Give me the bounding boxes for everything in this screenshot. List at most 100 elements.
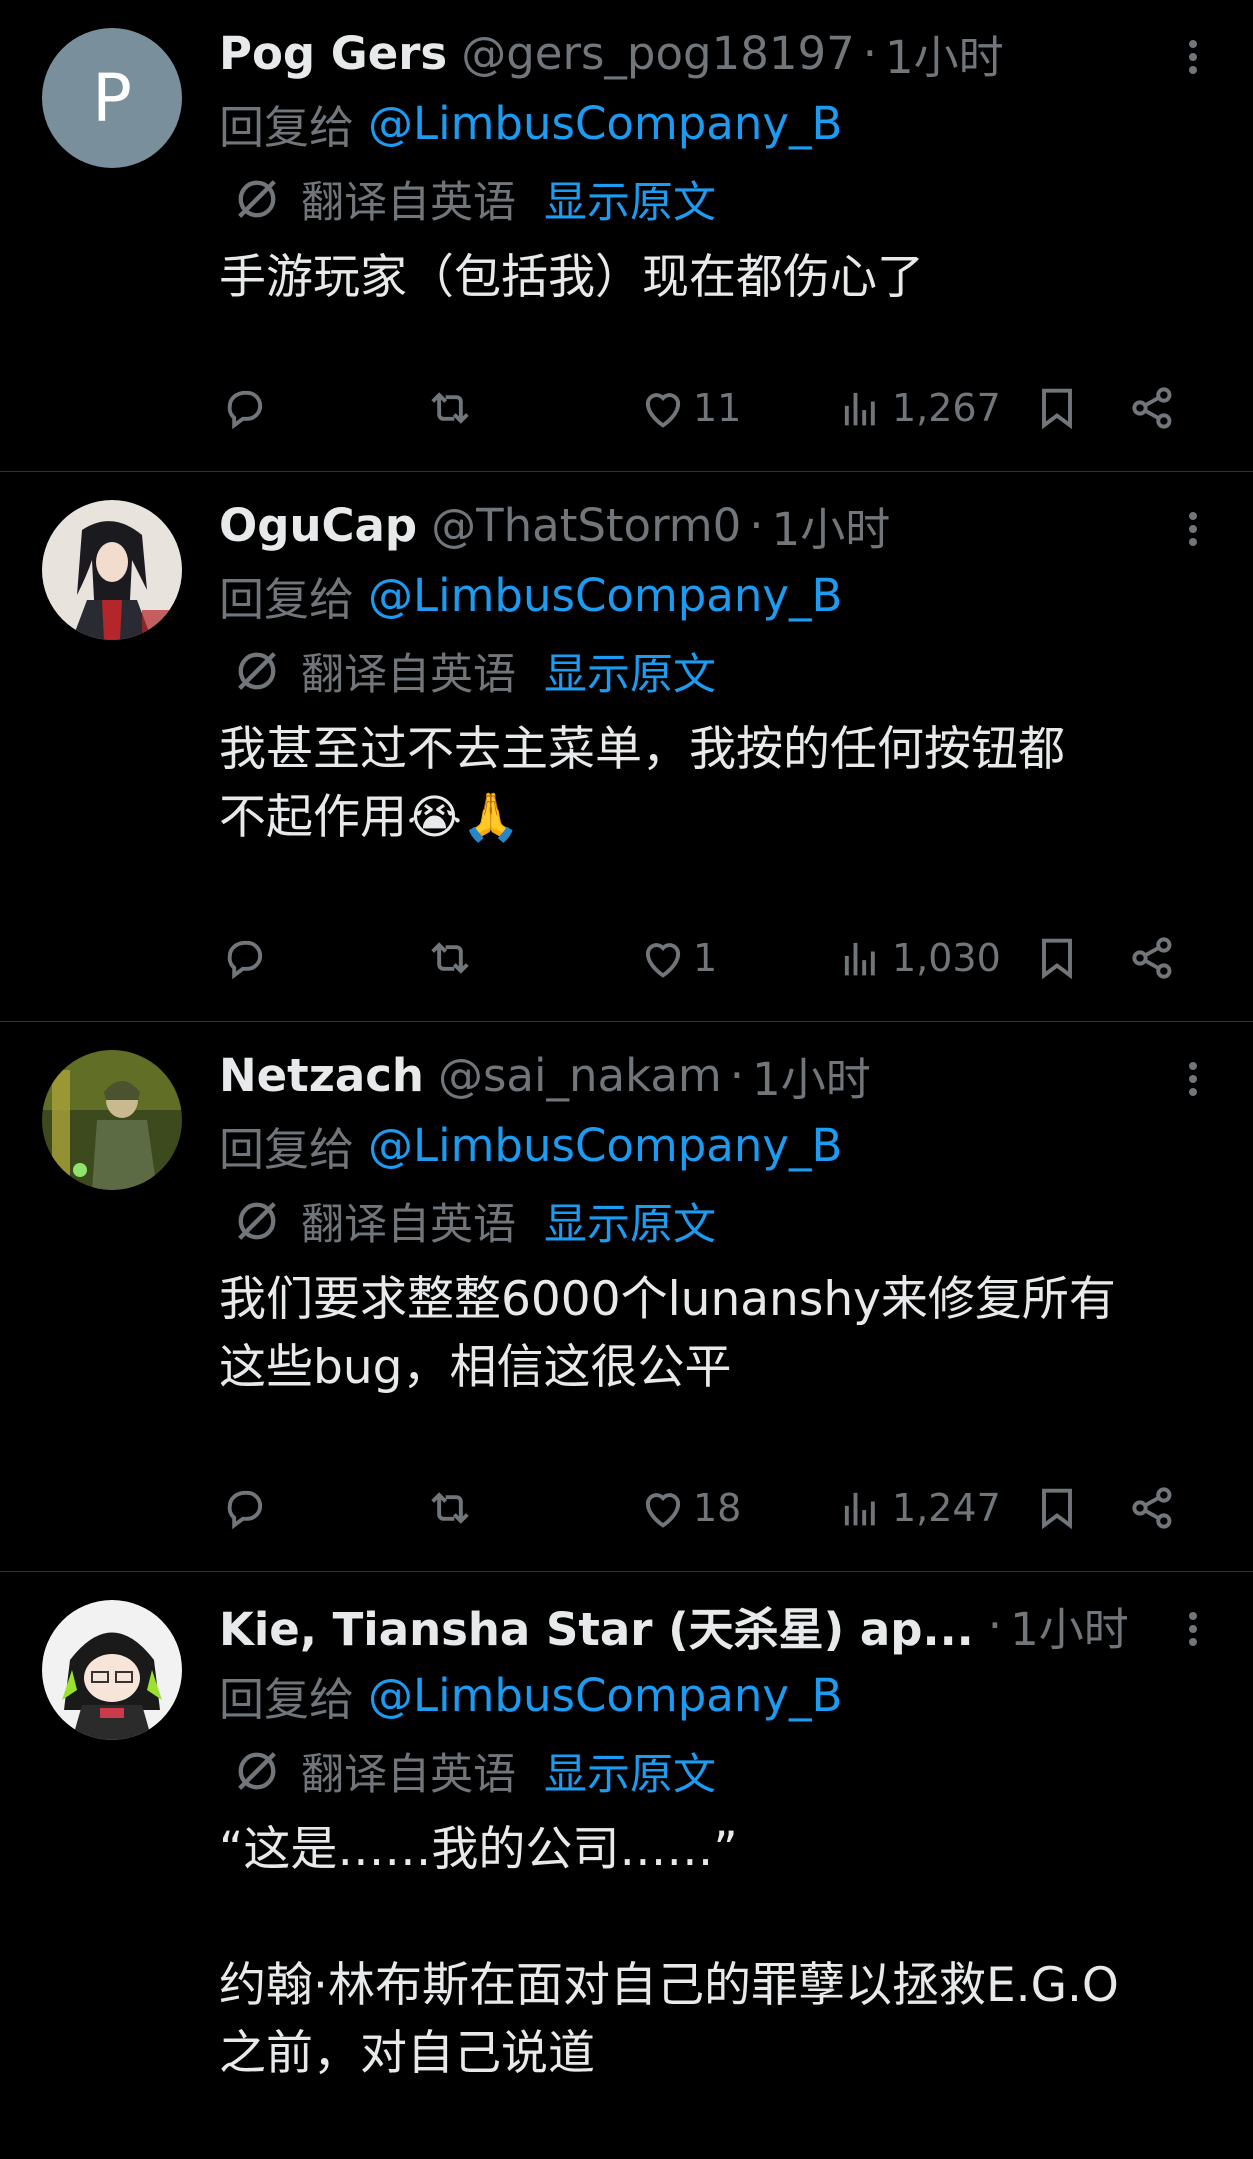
display-name[interactable]: Kie, Tiansha Star (天杀星) ap... [219,1593,974,1658]
display-name[interactable]: OguCap [219,499,417,552]
like-button[interactable]: 1 [637,932,717,984]
tweet-header: Pog Gers @gers_pog18197 · 1小时 [219,18,1213,88]
show-original-link[interactable]: 显示原文 [544,640,716,702]
tweet[interactable]: Kie, Tiansha Star (天杀星) ap... · 1小时 回复给 … [0,1572,1253,2159]
avatar[interactable]: P [42,28,182,168]
action-bar: 18 1,247 [219,1478,1213,1538]
translated-label: 翻译自英语 [301,1200,516,1250]
action-bar: 11 1,267 [219,378,1213,438]
view-count: 1,247 [892,1486,1001,1530]
reply-to-line: 回复给 @LimbusCompany_B [219,560,1213,630]
display-name[interactable]: Pog Gers [219,27,447,80]
separator: · [729,1048,745,1102]
retweet-button[interactable] [424,932,476,984]
like-count: 11 [693,386,742,430]
retweet-icon [431,942,469,974]
reply-button[interactable] [219,932,271,984]
tweet-header: OguCap @ThatStorm0 · 1小时 [219,490,1213,560]
translated-label: 翻译自英语 [301,178,516,228]
share-button[interactable] [1127,382,1179,434]
avatar[interactable] [42,1600,182,1740]
translation-bar: 翻译自英语 显示原文 [231,1180,1213,1262]
reply-mention-link[interactable]: @LimbusCompany_B [368,97,842,150]
like-button[interactable]: 18 [637,1482,741,1534]
reply-prefix: 回复给 [219,572,355,626]
handle[interactable]: @ThatStorm0 [431,499,741,552]
timestamp[interactable]: 1小时 [885,21,1004,86]
translate-icon [238,1752,276,1790]
avatar-image [42,1050,182,1190]
views-icon [844,1492,875,1526]
retweet-icon [431,392,469,424]
more-icon[interactable] [1173,32,1213,82]
reply-mention-link[interactable]: @LimbusCompany_B [368,1669,842,1722]
avatar-image [42,500,182,640]
display-name[interactable]: Netzach [219,1049,424,1102]
tweet[interactable]: Netzach @sai_nakam · 1小时 回复给 @LimbusComp… [0,1022,1253,1572]
more-icon[interactable] [1173,1604,1213,1654]
views-icon [844,942,875,976]
views-icon [844,392,875,426]
share-button[interactable] [1127,932,1179,984]
views-button[interactable]: 1,030 [836,932,1001,984]
views-button[interactable]: 1,267 [836,382,1001,434]
reply-mention-link[interactable]: @LimbusCompany_B [368,1119,842,1172]
action-bar: 1 1,030 [219,928,1213,988]
share-icon [1132,937,1172,979]
show-original-link[interactable]: 显示原文 [544,1190,716,1252]
handle[interactable]: @gers_pog18197 [461,27,855,80]
reply-to-line: 回复给 @LimbusCompany_B [219,1110,1213,1180]
retweet-button[interactable] [424,382,476,434]
tweet-text: “这是……我的公司……” 约翰·林布斯在面对自己的罪孽以拯救E.G.O 之前，对… [219,1822,1119,2081]
show-original-link[interactable]: 显示原文 [544,1740,716,1802]
reply-prefix: 回复给 [219,1672,355,1726]
bookmark-button[interactable] [1031,382,1083,434]
avatar[interactable] [42,1050,182,1190]
bookmark-button[interactable] [1031,1482,1083,1534]
like-icon [645,1493,681,1528]
tweet[interactable]: P Pog Gers @gers_pog18197 · 1小时 回复给 @Lim… [0,0,1253,472]
like-count: 18 [693,1486,742,1530]
reply-icon [227,1490,263,1530]
reply-button[interactable] [219,1482,271,1534]
avatar[interactable] [42,500,182,640]
timestamp[interactable]: 1小时 [1010,1593,1129,1658]
separator: · [749,498,764,552]
bookmark-icon [1042,938,1072,980]
retweet-icon [431,1492,469,1524]
share-icon [1132,1487,1172,1529]
reply-prefix: 回复给 [219,1122,355,1176]
tweet[interactable]: OguCap @ThatStorm0 · 1小时 回复给 @LimbusComp… [0,472,1253,1022]
translated-label: 翻译自英语 [301,1750,516,1800]
tweet-text: 我们要求整整6000个lunanshy来修复所有 这些bug，相信这很公平 [219,1272,1116,1395]
show-original-link[interactable]: 显示原文 [544,168,716,230]
like-icon [645,393,681,428]
view-count: 1,030 [892,936,1001,980]
like-button[interactable]: 11 [637,382,741,434]
more-icon[interactable] [1173,1054,1213,1104]
bookmark-icon [1042,388,1072,430]
more-icon[interactable] [1173,504,1213,554]
like-count: 1 [693,936,718,980]
tweet-header: Netzach @sai_nakam · 1小时 [219,1040,1213,1110]
avatar-image [42,1600,182,1740]
view-count: 1,267 [892,386,1001,430]
reply-icon [227,390,263,430]
bookmark-button[interactable] [1031,932,1083,984]
reply-mention-link[interactable]: @LimbusCompany_B [368,569,842,622]
retweet-button[interactable] [424,1482,476,1534]
share-button[interactable] [1127,1482,1179,1534]
timestamp[interactable]: 1小时 [772,493,891,558]
tweet-text: 手游玩家（包括我）现在都伤心了 [219,250,924,305]
tweet-text: 我甚至过不去主菜单，我按的任何按钮都 不起作用😭🙏 [219,722,1065,845]
timestamp[interactable]: 1小时 [752,1043,871,1108]
tweet-header: Kie, Tiansha Star (天杀星) ap... · 1小时 [219,1590,1213,1660]
share-icon [1132,387,1172,429]
bookmark-icon [1042,1488,1072,1530]
views-button[interactable]: 1,247 [836,1482,1001,1534]
separator: · [862,26,878,80]
handle[interactable]: @sai_nakam [438,1049,722,1102]
translation-bar: 翻译自英语 显示原文 [231,630,1213,712]
reply-button[interactable] [219,382,271,434]
reply-to-line: 回复给 @LimbusCompany_B [219,88,1213,158]
